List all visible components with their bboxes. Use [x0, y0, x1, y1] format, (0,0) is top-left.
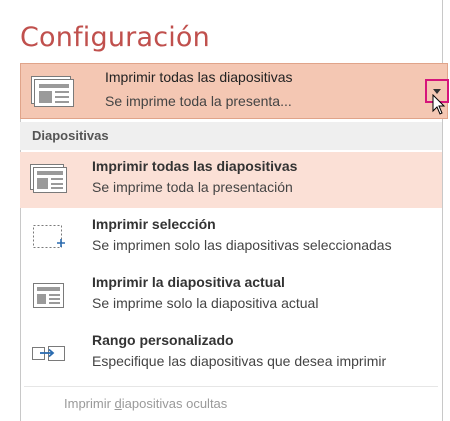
- slides-thumbnail-icon: [31, 76, 75, 113]
- menu-item-custom-range[interactable]: Rango personalizado Especifique las diap…: [20, 326, 442, 382]
- print-hidden-slides-option[interactable]: Imprimir diapositivas ocultas: [64, 396, 227, 411]
- menu-item-title: Imprimir la diapositiva actual: [92, 274, 285, 290]
- settings-title: Configuración: [20, 22, 210, 53]
- menu-item-title: Rango personalizado: [92, 332, 234, 348]
- menu-item-title: Imprimir todas las diapositivas: [92, 158, 298, 174]
- section-header: Diapositivas: [20, 122, 442, 150]
- print-range-dropdown[interactable]: Imprimir todas las diapositivas Se impri…: [20, 63, 449, 119]
- hidden-option-text-before: Imprimir: [64, 396, 115, 411]
- hidden-option-access-key: d: [114, 396, 122, 411]
- mouse-cursor-icon: [432, 93, 446, 121]
- menu-item-print-current[interactable]: Imprimir la diapositiva actual Se imprim…: [20, 268, 442, 324]
- section-header-label: Diapositivas: [32, 128, 109, 143]
- menu-item-subtitle: Se imprime solo la diapositiva actual: [92, 295, 319, 311]
- menu-item-subtitle: Se imprimen solo las diapositivas selecc…: [92, 237, 392, 253]
- dropdown-selected-title: Imprimir todas las diapositivas: [105, 69, 293, 85]
- selection-icon: [30, 222, 70, 259]
- dropdown-selected-subtitle: Se imprime toda la presenta...: [105, 93, 292, 109]
- menu-item-subtitle: Se imprime toda la presentación: [92, 179, 293, 195]
- current-slide-icon: [30, 280, 70, 317]
- menu-item-print-selection[interactable]: Imprimir selección Se imprimen solo las …: [20, 210, 442, 266]
- custom-range-icon: [30, 338, 70, 375]
- hidden-option-text-after: iapositivas ocultas: [121, 396, 228, 411]
- menu-item-subtitle: Especifique las diapositivas que desea i…: [92, 353, 387, 369]
- slides-thumbnail-icon: [30, 164, 70, 201]
- menu-separator: [24, 386, 438, 387]
- menu-item-print-all[interactable]: Imprimir todas las diapositivas Se impri…: [20, 152, 442, 208]
- menu-item-title: Imprimir selección: [92, 216, 216, 232]
